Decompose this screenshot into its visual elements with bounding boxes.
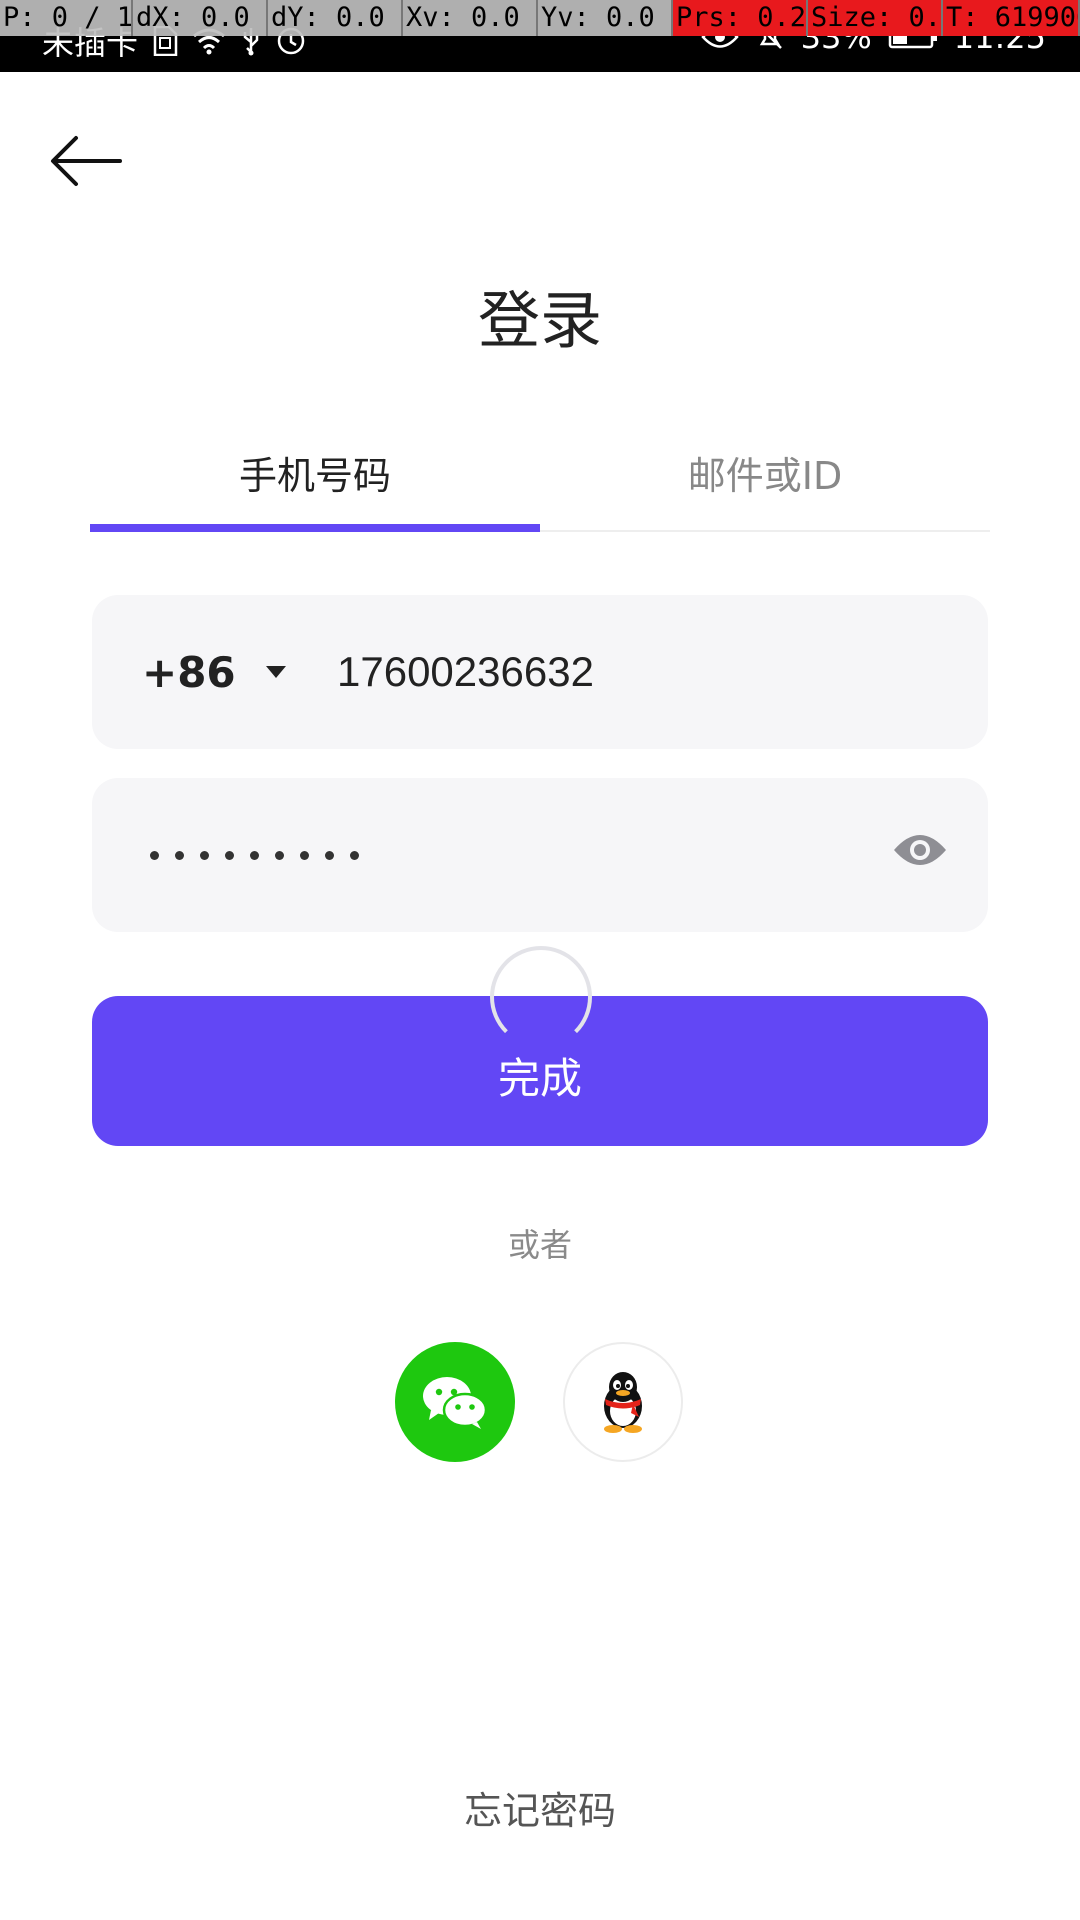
or-divider-text: 或者 [507, 1226, 572, 1264]
qq-login-button[interactable] [563, 1342, 683, 1462]
eye-icon [894, 835, 946, 865]
overlay-size: Size: 0.40 [808, 0, 943, 36]
loading-spinner [490, 946, 592, 1048]
password-masked-value [150, 778, 359, 932]
overlay-time: T: 619906 [943, 0, 1080, 36]
password-field[interactable] [92, 778, 988, 932]
country-code-selector[interactable]: +86 [142, 595, 286, 749]
wechat-login-button[interactable] [395, 1342, 515, 1462]
country-code: +86 [142, 647, 236, 697]
overlay-pressure: Prs: 0.20 [673, 0, 808, 36]
overlay-dy: dY: 0.0 [268, 0, 403, 36]
overlay-pointer-count: P: 0 / 1 [0, 0, 133, 36]
wechat-icon [423, 1377, 488, 1429]
caret-down-icon [265, 666, 286, 678]
back-button[interactable] [50, 130, 130, 192]
login-method-tabs: 手机号码 邮件或ID [90, 440, 990, 532]
phone-field: +86 [92, 595, 988, 749]
tab-email-or-id[interactable]: 邮件或ID [540, 440, 990, 530]
page-title: 登录 [477, 284, 602, 357]
arrow-left-icon [51, 136, 122, 186]
qq-icon [604, 1372, 642, 1433]
overlay-dx: dX: 0.0 [133, 0, 268, 36]
show-password-button[interactable] [892, 828, 948, 880]
overlay-xv: Xv: 0.0 [403, 0, 538, 36]
overlay-yv: Yv: 0.0 [538, 0, 673, 36]
forgot-password-link[interactable]: 忘记密码 [0, 1780, 1080, 1835]
tab-phone[interactable]: 手机号码 [90, 440, 540, 532]
pointer-location-overlay: P: 0 / 1 dX: 0.0 dY: 0.0 Xv: 0.0 Yv: 0.0… [0, 0, 1080, 36]
phone-input[interactable] [335, 595, 935, 749]
